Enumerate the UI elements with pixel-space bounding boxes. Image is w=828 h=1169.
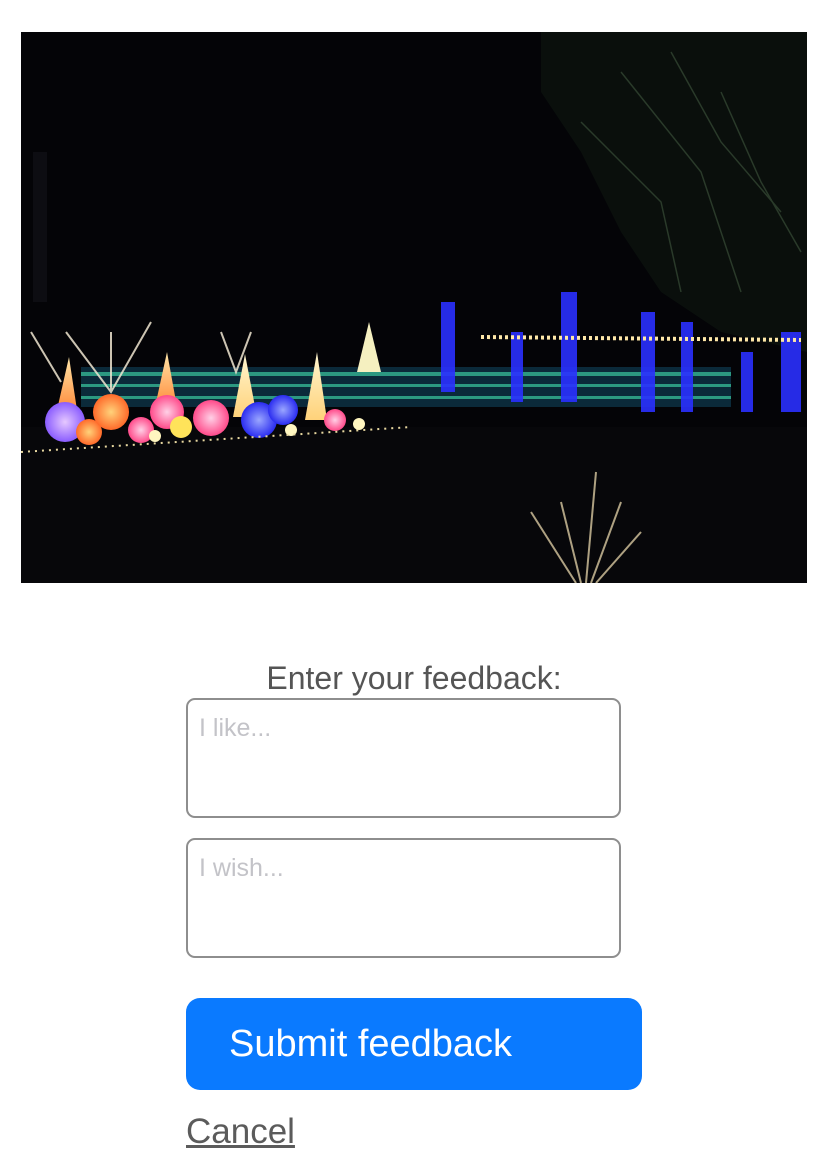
light-display-photo <box>21 32 807 583</box>
feedback-prompt: Enter your feedback: <box>266 660 562 696</box>
i-wish-field[interactable] <box>186 838 621 958</box>
submit-feedback-button[interactable]: Submit feedback <box>186 998 642 1090</box>
cancel-link[interactable]: Cancel <box>186 1110 295 1154</box>
feedback-page: Enter your feedback: Submit feedback Can… <box>0 0 828 1169</box>
i-like-field[interactable] <box>186 698 621 818</box>
